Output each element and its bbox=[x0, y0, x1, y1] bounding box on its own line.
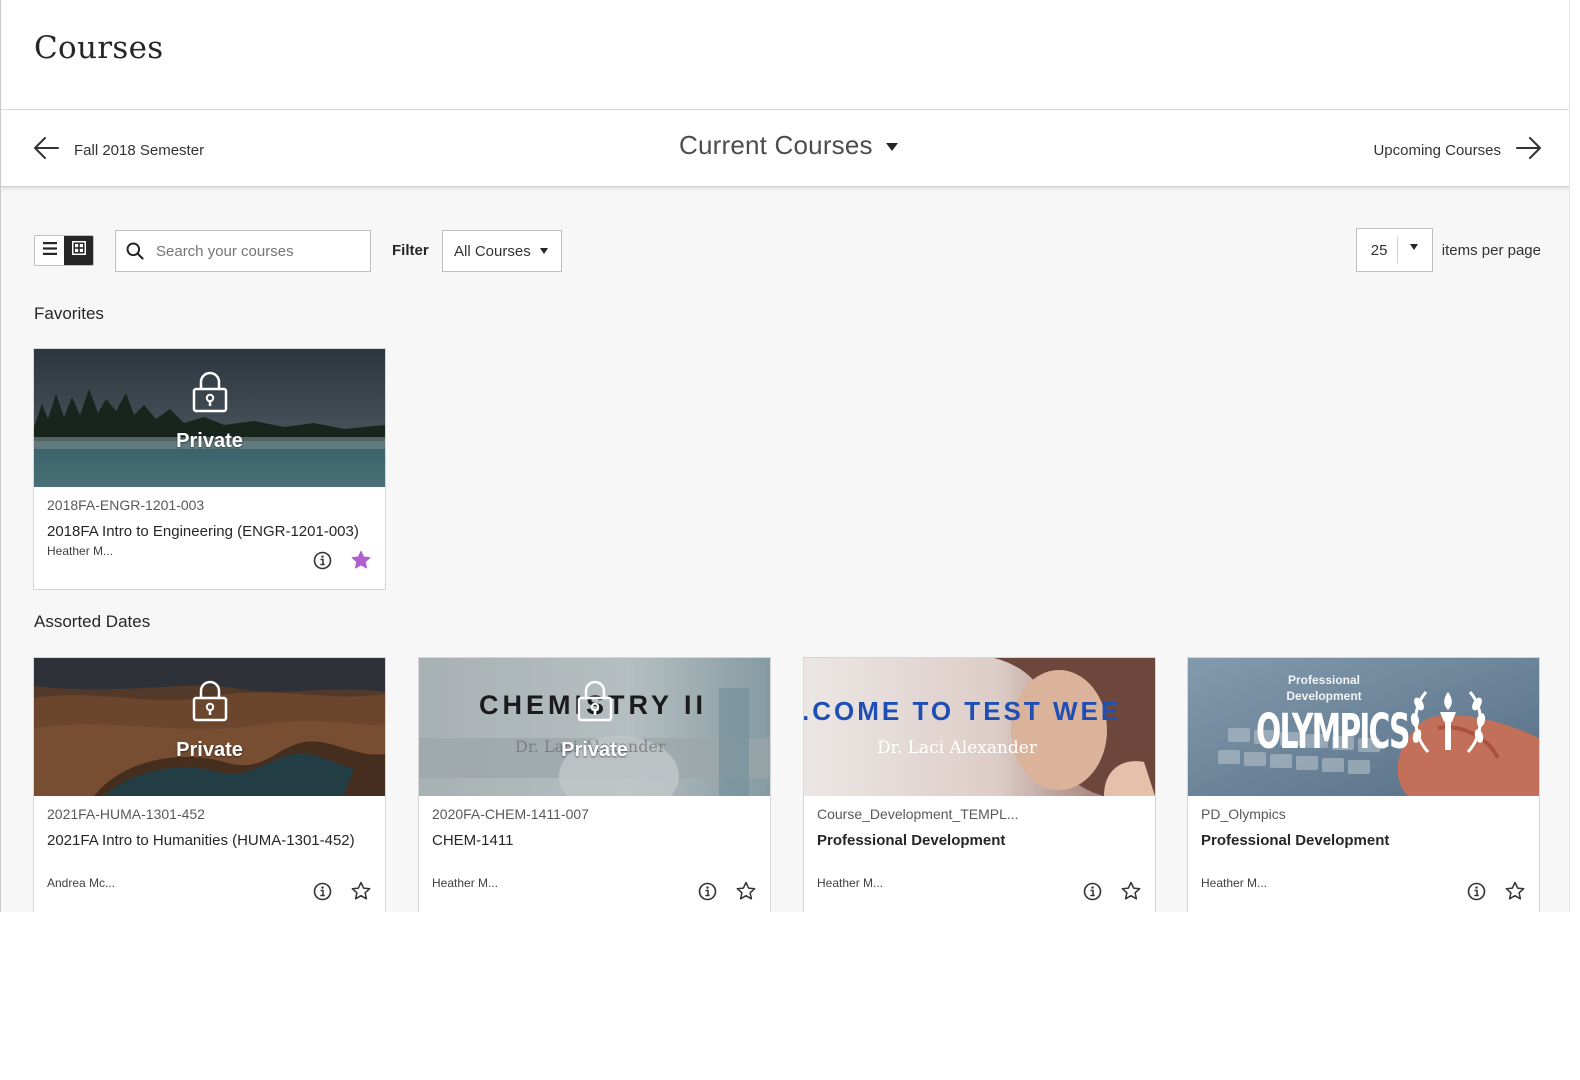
current-term-label: Current Courses bbox=[679, 130, 873, 160]
course-instructor: Heather M... bbox=[432, 876, 499, 890]
course-card-body: 2021FA-HUMA-1301-452 2021FA Intro to Hum… bbox=[34, 796, 385, 900]
items-per-page-label: items per page bbox=[1441, 241, 1541, 259]
course-card[interactable]: .COME TO TEST WEE Dr. Laci Alexander Cou… bbox=[803, 657, 1156, 912]
course-card-body: Course_Development_TEMPL... Professional… bbox=[804, 796, 1155, 900]
course-card[interactable]: Private 2021FA-HUMA-1301-452 2021FA Intr… bbox=[33, 657, 386, 912]
course-id: 2018FA-ENGR-1201-003 bbox=[47, 497, 205, 513]
course-instructor: Heather M... bbox=[817, 876, 884, 890]
lock-icon bbox=[577, 680, 613, 727]
course-card-actions bbox=[1081, 880, 1142, 902]
items-per-page: 25 items per page bbox=[1355, 228, 1541, 272]
term-navigation: Fall 2018 Semester Current Courses Upcom… bbox=[1, 110, 1569, 187]
course-name[interactable]: 2018FA Intro to Engineering (ENGR-1201-0… bbox=[47, 521, 367, 543]
courses-page: Courses Fall 2018 Semester Current Cours… bbox=[0, 0, 1570, 912]
page-title: Courses bbox=[34, 30, 164, 66]
course-banner-misty-lake: Private bbox=[34, 349, 385, 487]
course-banner-woman-thinking: .COME TO TEST WEE Dr. Laci Alexander bbox=[804, 658, 1155, 796]
banner-title: .COME TO TEST WEE bbox=[804, 696, 1122, 726]
star-icon[interactable] bbox=[1120, 880, 1142, 902]
course-toolbar: Filter All Courses 25 items per page bbox=[34, 228, 1541, 272]
course-name[interactable]: 2021FA Intro to Humanities (HUMA-1301-45… bbox=[47, 830, 357, 852]
grid-view-button[interactable] bbox=[64, 236, 93, 265]
course-banner-canyon: Private bbox=[34, 658, 385, 796]
course-name[interactable]: CHEM-1411 bbox=[432, 830, 752, 852]
items-per-page-dropdown[interactable]: 25 bbox=[1355, 228, 1433, 272]
private-overlay: Private bbox=[34, 658, 385, 796]
course-card[interactable]: Private 2018FA-ENGR-1201-003 2018FA Intr… bbox=[33, 348, 386, 590]
chevron-down-icon bbox=[1409, 244, 1418, 250]
previous-term-label: Fall 2018 Semester bbox=[74, 142, 205, 159]
info-icon[interactable] bbox=[1465, 880, 1487, 902]
star-icon[interactable] bbox=[735, 880, 757, 902]
next-term-link[interactable]: Upcoming Courses bbox=[1373, 134, 1543, 167]
course-instructor: Heather M... bbox=[47, 544, 114, 558]
banner-subtitle: Dr. Laci Alexander bbox=[877, 738, 1037, 758]
private-label: Private bbox=[176, 739, 243, 761]
banner-kicker: Professional Development bbox=[1286, 673, 1362, 703]
search-box bbox=[115, 230, 371, 272]
filter-dropdown[interactable]: All Courses bbox=[442, 230, 562, 272]
course-instructor: Andrea Mc... bbox=[47, 876, 116, 890]
info-icon[interactable] bbox=[696, 880, 718, 902]
section-title-assorted-dates: Assorted Dates bbox=[34, 612, 151, 631]
private-overlay: Private bbox=[34, 349, 385, 487]
previous-term-link[interactable]: Fall 2018 Semester bbox=[32, 134, 204, 167]
star-icon[interactable] bbox=[350, 549, 372, 571]
current-term-dropdown[interactable]: Current Courses bbox=[679, 130, 898, 161]
star-icon[interactable] bbox=[1504, 880, 1526, 902]
course-card-actions bbox=[1465, 880, 1526, 902]
filter-label: Filter bbox=[392, 242, 429, 259]
info-icon[interactable] bbox=[311, 549, 333, 571]
course-id: 2020FA-CHEM-1411-007 bbox=[432, 806, 589, 822]
course-name[interactable]: Professional Development bbox=[817, 830, 1137, 852]
arrow-left-icon bbox=[32, 134, 60, 167]
course-instructor: Heather M... bbox=[1201, 876, 1268, 890]
course-banner-chemistry: CHEMISTRY II Dr. Laci Alexander Private bbox=[419, 658, 770, 796]
course-card-body: 2018FA-ENGR-1201-003 2018FA Intro to Eng… bbox=[34, 487, 385, 589]
section-title-favorites: Favorites bbox=[34, 304, 104, 323]
course-card-body: PD_Olympics Professional Development Hea… bbox=[1188, 796, 1539, 900]
course-card-body: 2020FA-CHEM-1411-007 CHEM-1411 Heather M… bbox=[419, 796, 770, 900]
info-icon[interactable] bbox=[311, 880, 333, 902]
private-label: Private bbox=[176, 430, 243, 452]
course-id: 2021FA-HUMA-1301-452 bbox=[47, 806, 205, 822]
info-icon[interactable] bbox=[1081, 880, 1103, 902]
view-toggle bbox=[34, 235, 94, 266]
grid-view-icon bbox=[71, 241, 86, 260]
list-view-button[interactable] bbox=[35, 236, 64, 265]
private-overlay: Private bbox=[419, 658, 770, 796]
list-view-icon bbox=[42, 241, 57, 260]
course-id: Course_Development_TEMPL... bbox=[817, 806, 1019, 822]
star-icon[interactable] bbox=[350, 880, 372, 902]
course-card-actions bbox=[311, 880, 372, 902]
dropdown-divider bbox=[1396, 237, 1398, 263]
course-card[interactable]: Professional Development OLYMPICS PD_Oly… bbox=[1187, 657, 1540, 912]
filter-value: All Courses bbox=[454, 242, 531, 260]
banner-title: OLYMPICS bbox=[1256, 704, 1410, 760]
course-name[interactable]: Professional Development bbox=[1201, 830, 1521, 852]
search-icon bbox=[126, 242, 144, 260]
course-id: PD_Olympics bbox=[1201, 806, 1286, 822]
next-term-label: Upcoming Courses bbox=[1373, 142, 1501, 159]
search-input[interactable] bbox=[154, 241, 358, 261]
lock-icon bbox=[192, 371, 228, 418]
lock-icon bbox=[192, 680, 228, 727]
course-banner-keyboard-olympics: Professional Development OLYMPICS bbox=[1188, 658, 1539, 796]
items-per-page-value: 25 bbox=[1370, 241, 1388, 259]
chevron-down-icon bbox=[885, 143, 898, 151]
course-card[interactable]: CHEMISTRY II Dr. Laci Alexander Private … bbox=[418, 657, 771, 912]
private-label: Private bbox=[561, 739, 628, 761]
arrow-right-icon bbox=[1515, 134, 1543, 167]
page-header: Courses bbox=[1, 0, 1569, 110]
laurel-torch-icon bbox=[1406, 678, 1490, 773]
course-card-actions bbox=[311, 549, 372, 571]
chevron-down-icon bbox=[539, 248, 548, 254]
course-card-actions bbox=[696, 880, 757, 902]
